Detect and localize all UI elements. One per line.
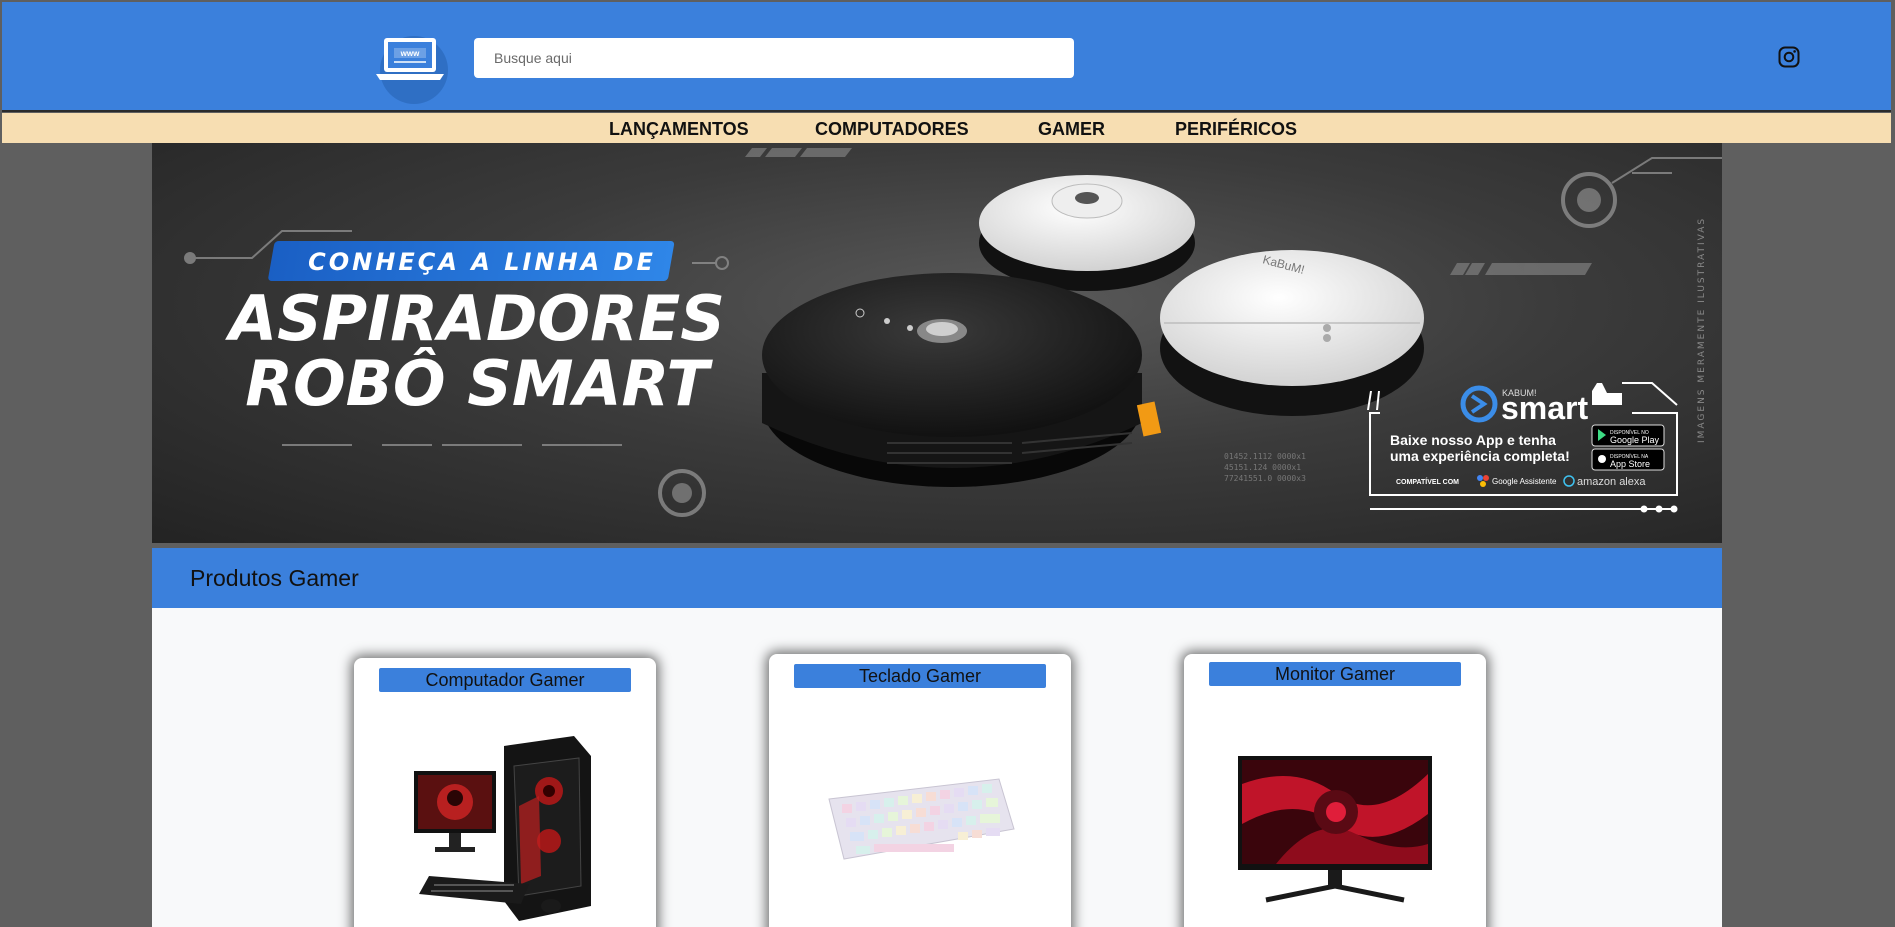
app-store-label: App Store: [1610, 459, 1650, 469]
banner-headline-line2: ROBÔ SMART: [245, 347, 713, 420]
nav-item-perifericos[interactable]: PERIFÉRICOS: [1175, 119, 1297, 140]
product-card-computador[interactable]: Computador Gamer: [354, 658, 656, 927]
products-area: Computador Gamer Teclado Gamer Monitor G…: [152, 608, 1722, 927]
smart-brand: smart: [1501, 390, 1589, 426]
instagram-icon[interactable]: [1778, 46, 1800, 68]
spec-line-1: 01452.1112 0000x1: [1224, 452, 1306, 461]
alexa-icon: [1563, 475, 1575, 487]
gaming-monitor-image: [1238, 756, 1432, 903]
product-card-title[interactable]: Monitor Gamer: [1209, 662, 1461, 686]
laptop-logo-icon[interactable]: www: [372, 32, 454, 104]
white-robot-vacuum-small: [979, 175, 1195, 291]
banner-disclaimer: IMAGENS MERAMENTE ILUSTRATIVAS: [1697, 217, 1707, 443]
compat-alexa: amazon alexa: [1577, 476, 1646, 488]
logo-text: www: [400, 49, 420, 58]
apple-icon: [1598, 455, 1606, 463]
nav-item-computadores[interactable]: COMPUTADORES: [815, 119, 969, 140]
main-nav: LANÇAMENTOS COMPUTADORES GAMER PERIFÉRIC…: [2, 113, 1891, 143]
section-title: Produtos Gamer: [190, 565, 359, 591]
section-header: Produtos Gamer: [152, 548, 1722, 608]
spec-line-2: 45151.124 0000x1: [1224, 463, 1301, 472]
white-robot-vacuum-large: KaBuM!: [1160, 250, 1424, 416]
spec-line-3: 77241551.0 0000x3: [1224, 474, 1306, 483]
compat-label: COMPATÍVEL COM: [1396, 477, 1459, 486]
gaming-pc-image: [414, 736, 591, 921]
banner-artwork: CONHEÇA A LINHA DE ASPIRADORES ROBÔ SMAR…: [184, 148, 1722, 517]
google-play-label: Google Play: [1610, 435, 1660, 445]
site-header: www: [2, 2, 1891, 112]
product-card-title[interactable]: Teclado Gamer: [794, 664, 1046, 688]
nav-item-gamer[interactable]: GAMER: [1038, 119, 1105, 140]
black-robot-vacuum: [762, 273, 1162, 487]
smart-app-promo: KABUM! smart Baixe nosso App e tenha uma…: [1367, 382, 1678, 513]
product-card-title[interactable]: Computador Gamer: [379, 668, 631, 692]
compat-google: Google Assistente: [1492, 477, 1557, 486]
app-promo-line2: uma experiência completa!: [1390, 448, 1570, 464]
banner-headline-line1: ASPIRADORES: [224, 282, 725, 355]
banner-headline-small: CONHEÇA A LINHA DE: [308, 248, 656, 276]
product-card-teclado[interactable]: Teclado Gamer: [769, 654, 1071, 927]
gaming-keyboard-image: [828, 778, 1015, 860]
app-promo-line1: Baixe nosso App e tenha: [1390, 432, 1556, 448]
search-input[interactable]: [474, 38, 1074, 78]
promo-banner[interactable]: CONHEÇA A LINHA DE ASPIRADORES ROBÔ SMAR…: [152, 143, 1722, 543]
product-card-monitor[interactable]: Monitor Gamer: [1184, 654, 1486, 927]
nav-item-lancamentos[interactable]: LANÇAMENTOS: [609, 119, 749, 140]
